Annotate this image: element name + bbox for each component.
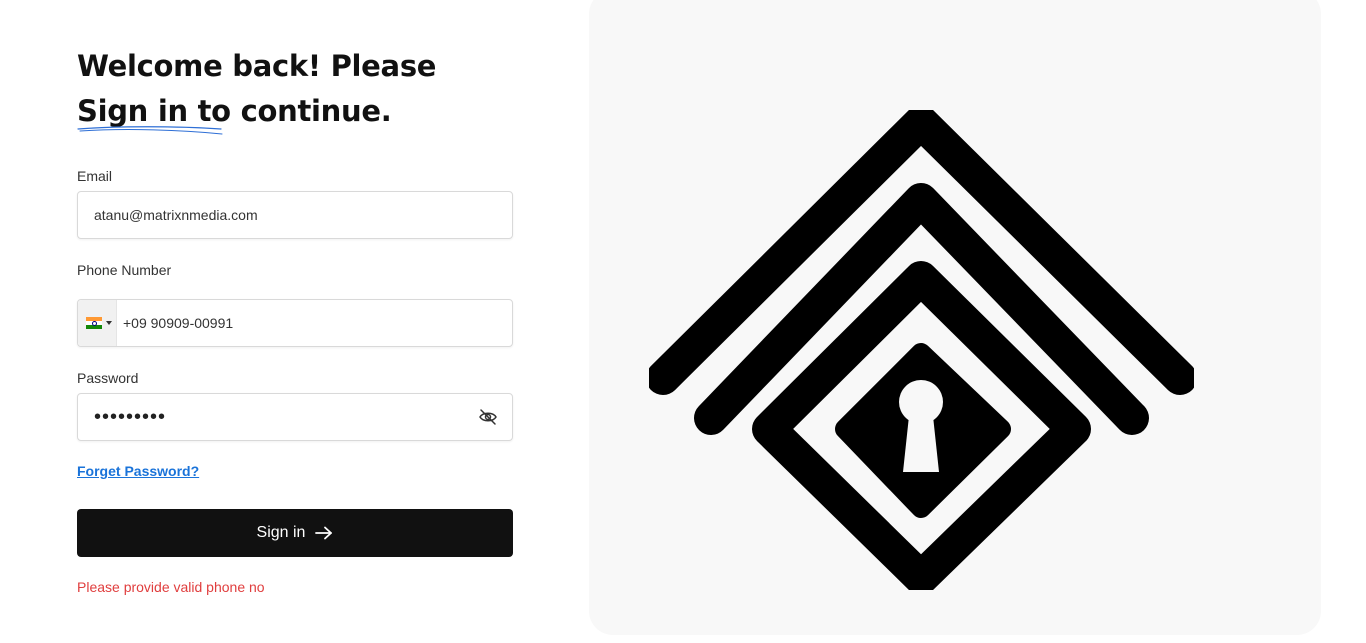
title-line-2-rest: to continue. bbox=[187, 94, 392, 128]
phone-field-box bbox=[77, 299, 513, 347]
password-field-box bbox=[77, 393, 513, 441]
phone-field[interactable] bbox=[123, 300, 503, 346]
sign-in-button-label: Sign in bbox=[256, 524, 306, 541]
password-label: Password bbox=[77, 370, 139, 386]
page-title: Welcome back! Please Sign in to continue… bbox=[77, 44, 437, 135]
lock-house-logo-icon bbox=[649, 110, 1194, 590]
sign-in-button[interactable]: Sign in bbox=[77, 509, 513, 557]
scribble-underline-icon bbox=[77, 126, 223, 135]
arrow-right-icon bbox=[315, 526, 333, 540]
eye-off-icon[interactable] bbox=[478, 408, 498, 426]
email-field-box bbox=[77, 191, 513, 239]
forgot-password-link[interactable]: Forget Password? bbox=[77, 463, 199, 479]
title-line-2: Sign in to continue. bbox=[77, 89, 436, 135]
title-line-1: Welcome back! Please bbox=[77, 49, 437, 83]
email-label: Email bbox=[77, 168, 113, 184]
chevron-down-icon bbox=[106, 321, 112, 325]
login-form: Welcome back! Please Sign in to continue… bbox=[77, 0, 513, 643]
password-field[interactable] bbox=[94, 394, 474, 440]
email-field[interactable] bbox=[94, 192, 474, 238]
country-code-select[interactable] bbox=[78, 300, 117, 346]
title-highlight-text: Sign in bbox=[77, 94, 188, 128]
login-page: Welcome back! Please Sign in to continue… bbox=[0, 0, 1366, 643]
phone-label: Phone Number bbox=[77, 262, 172, 278]
error-message: Please provide valid phone no bbox=[77, 579, 265, 595]
title-highlight: Sign in bbox=[77, 89, 223, 135]
illustration-panel bbox=[589, 0, 1321, 635]
india-flag-icon bbox=[86, 317, 102, 329]
